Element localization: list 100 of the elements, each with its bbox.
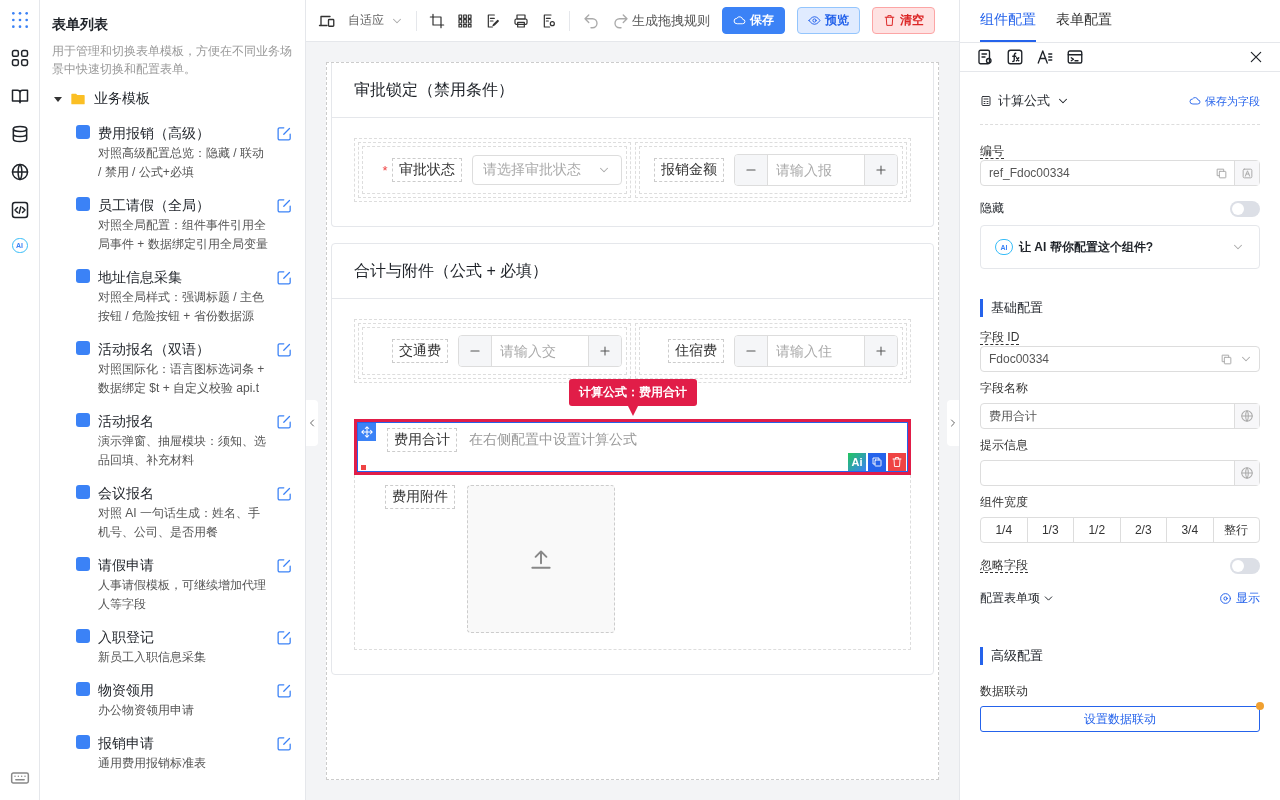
terminal-icon[interactable] bbox=[1066, 48, 1084, 66]
section-heading: 高级配置 bbox=[980, 647, 1260, 665]
generate-rule-button[interactable]: 生成拖拽规则 bbox=[632, 11, 710, 30]
function-icon[interactable] bbox=[1006, 48, 1024, 66]
printer-icon[interactable] bbox=[513, 12, 529, 29]
close-icon[interactable] bbox=[1248, 49, 1264, 65]
caret-icon[interactable] bbox=[54, 96, 62, 102]
template-description: 对照 AI 一句话生成：姓名、手机号、公司、是否用餐 bbox=[98, 505, 261, 541]
trash-icon bbox=[891, 456, 903, 468]
eye-icon bbox=[808, 14, 821, 27]
tab[interactable]: 组件配置 bbox=[980, 0, 1036, 42]
formula-field[interactable]: 费用合计 在右侧配置中设置计算公式 Ai bbox=[354, 419, 911, 475]
edit-icon[interactable] bbox=[276, 269, 293, 286]
template-title[interactable]: 报销申请 bbox=[98, 732, 268, 754]
resize-handle[interactable] bbox=[361, 465, 366, 470]
field-label: 费用合计 bbox=[387, 428, 457, 452]
hint-input[interactable] bbox=[980, 460, 1260, 486]
toolbar-button[interactable]: 预览 bbox=[797, 7, 860, 34]
copy-icon bbox=[871, 456, 883, 468]
panel-title: 表单列表 bbox=[52, 16, 109, 34]
book-icon[interactable] bbox=[9, 86, 30, 106]
number-input[interactable]: 请输入住 bbox=[734, 335, 898, 367]
field-label: 忽略字段 bbox=[980, 557, 1028, 574]
move-icon bbox=[360, 425, 374, 439]
template-title[interactable]: 活动报名（双语） bbox=[98, 338, 268, 360]
ignore-toggle[interactable] bbox=[1230, 557, 1260, 574]
show-link[interactable]: 显示 bbox=[1219, 590, 1260, 607]
template-title[interactable]: 员工请假（全局） bbox=[98, 194, 268, 216]
undo-icon[interactable] bbox=[582, 11, 600, 30]
field-name-input[interactable]: 费用合计 bbox=[980, 403, 1260, 429]
edit-icon[interactable] bbox=[276, 197, 293, 214]
panel-description: 用于管理和切换表单模板，方便在不同业务场景中快速切换和配置表单。 bbox=[52, 43, 293, 78]
required-mark: * bbox=[382, 162, 388, 178]
trash-icon bbox=[883, 14, 896, 27]
formula-tooltip: 计算公式：费用合计 bbox=[568, 379, 697, 406]
edit-icon[interactable] bbox=[276, 341, 293, 358]
hidden-toggle[interactable] bbox=[1230, 200, 1260, 217]
edit-icon[interactable] bbox=[276, 735, 293, 752]
edit-icon[interactable] bbox=[276, 682, 293, 699]
delete-button[interactable] bbox=[888, 453, 906, 471]
folder-icon bbox=[70, 91, 86, 107]
save-as-field-link[interactable]: 保存为字段 bbox=[1189, 93, 1260, 109]
globe-icon bbox=[1240, 466, 1254, 480]
width-option[interactable]: 3/4 bbox=[1166, 518, 1213, 542]
field-id-select[interactable]: Fdoc00334 bbox=[980, 346, 1260, 372]
number-input[interactable]: 请输入报 bbox=[734, 154, 898, 186]
notification-dot bbox=[1256, 702, 1264, 710]
edit-icon[interactable] bbox=[276, 485, 293, 502]
redo-icon[interactable] bbox=[612, 11, 630, 30]
dashboard-icon[interactable] bbox=[9, 48, 30, 68]
move-handle-icon[interactable] bbox=[358, 423, 376, 441]
grid-icon[interactable] bbox=[457, 12, 473, 29]
config-items-toggle[interactable]: 配置表单项 bbox=[980, 590, 1055, 607]
tab[interactable]: 表单配置 bbox=[1056, 0, 1112, 42]
field-label: 提示信息 bbox=[980, 437, 1029, 454]
edit-icon[interactable] bbox=[276, 125, 293, 142]
field-label: 费用附件 bbox=[385, 485, 455, 509]
section-title: 合计与附件（公式 + 必填） bbox=[354, 260, 549, 281]
form-settings-icon[interactable] bbox=[976, 48, 994, 66]
width-option[interactable]: 2/3 bbox=[1119, 518, 1166, 542]
text-icon bbox=[1240, 166, 1254, 180]
template-description: 对照全局配置：组件事件引用全局事件 + 数据绑定引用全局变量 bbox=[98, 217, 268, 253]
field-label: 编号 bbox=[980, 144, 1004, 158]
field-label: 字段名称 bbox=[980, 380, 1029, 397]
width-option[interactable]: 1/4 bbox=[981, 518, 1027, 542]
ref-input[interactable]: ref_Fdoc00334 bbox=[980, 160, 1260, 186]
edit-icon[interactable] bbox=[276, 629, 293, 646]
width-option[interactable]: 1/2 bbox=[1073, 518, 1120, 542]
device-select[interactable]: 自适应 bbox=[348, 12, 404, 29]
folder-item[interactable]: 业务模板 bbox=[54, 90, 293, 108]
template-title[interactable]: 物资领用 bbox=[98, 679, 268, 701]
width-option[interactable]: 整行 bbox=[1212, 518, 1259, 542]
field-label: 住宿费 bbox=[668, 339, 724, 363]
number-input[interactable]: 请输入交 bbox=[457, 335, 622, 367]
template-title[interactable]: 请假申请 bbox=[98, 554, 268, 576]
edit-icon[interactable] bbox=[276, 413, 293, 430]
template-title[interactable]: 费用报销（高级） bbox=[98, 122, 268, 144]
template-title[interactable]: 入职登记 bbox=[98, 626, 268, 648]
section-title: 审批锁定（禁用条件） bbox=[354, 79, 514, 100]
copy-button[interactable] bbox=[868, 453, 886, 471]
code-icon[interactable] bbox=[9, 200, 30, 220]
field-label: 组件宽度 bbox=[980, 494, 1029, 511]
text-style-icon[interactable] bbox=[1036, 48, 1054, 66]
template-description: 办公物资领用申请 bbox=[98, 702, 195, 719]
document-gear-icon[interactable] bbox=[541, 12, 557, 29]
template-title[interactable]: 会议报名 bbox=[98, 482, 268, 504]
crop-icon[interactable] bbox=[429, 12, 445, 29]
field-label: 字段 ID bbox=[980, 330, 1020, 344]
component-type-select[interactable]: 计算公式 bbox=[980, 92, 1070, 110]
width-option[interactable]: 1/3 bbox=[1026, 518, 1073, 542]
toolbar-button[interactable]: 保存 bbox=[722, 7, 785, 34]
eye-icon bbox=[1219, 592, 1232, 605]
template-title[interactable]: 活动报名 bbox=[98, 410, 268, 432]
section-heading: 基础配置 bbox=[980, 299, 1260, 317]
apps-grid-icon[interactable] bbox=[9, 10, 30, 30]
edit-icon[interactable] bbox=[276, 557, 293, 574]
template-title[interactable]: 地址信息采集 bbox=[98, 266, 268, 288]
document-edit-icon[interactable] bbox=[485, 12, 501, 29]
globe-icon[interactable] bbox=[9, 162, 30, 182]
toolbar-button[interactable]: 清空 bbox=[872, 7, 935, 34]
